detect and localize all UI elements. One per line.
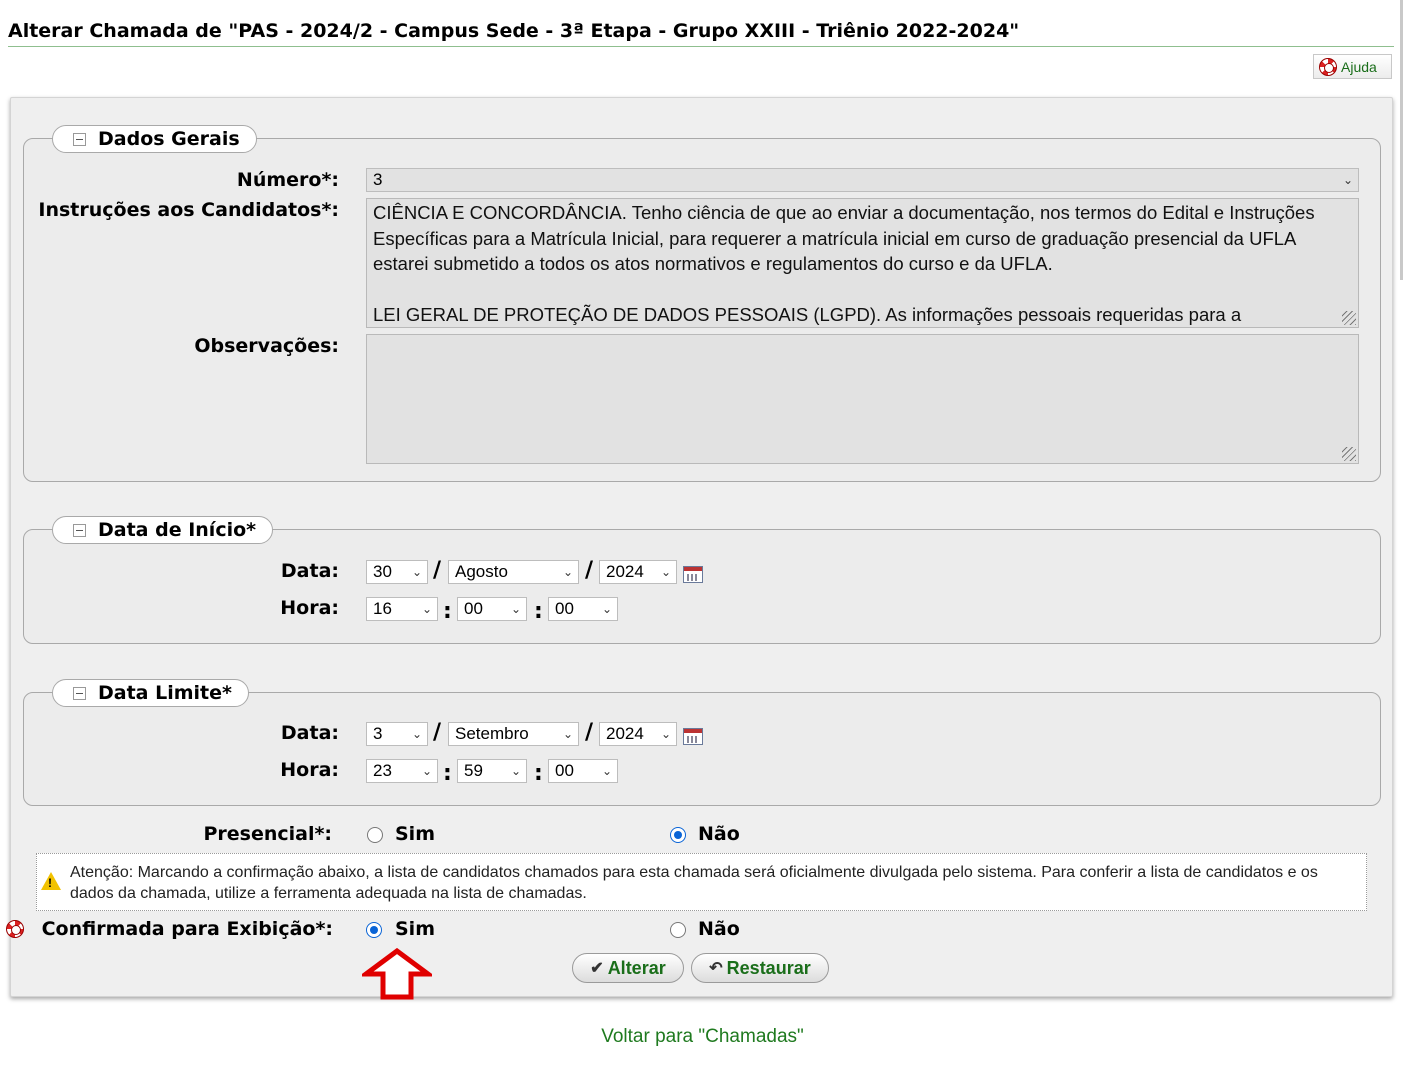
chevron-down-icon: ⌄ xyxy=(660,565,672,579)
date-separator: / xyxy=(585,720,594,745)
data-inicio-hora-select[interactable]: 16 ⌄ xyxy=(366,597,438,621)
page-title: Alterar Chamada de "PAS - 2024/2 - Campu… xyxy=(8,20,1394,47)
data-inicio-data-label: Data: xyxy=(280,560,339,582)
resize-grip-icon[interactable] xyxy=(1342,311,1356,325)
data-inicio-hora-label: Hora: xyxy=(280,597,339,619)
chevron-down-icon: ⌄ xyxy=(510,602,522,616)
instrucoes-textarea[interactable]: CIÊNCIA E CONCORDÂNCIA. Tenho ciência de… xyxy=(366,198,1359,328)
data-limite-hora-select[interactable]: 23 ⌄ xyxy=(366,759,438,783)
date-separator: / xyxy=(433,720,442,745)
data-limite-minuto-value: 59 xyxy=(464,761,483,780)
time-separator: : xyxy=(443,761,452,786)
date-separator: / xyxy=(433,558,442,583)
chevron-down-icon: ⌄ xyxy=(562,727,574,741)
presencial-sim-radio[interactable] xyxy=(367,827,383,843)
dados-gerais-legend[interactable]: Dados Gerais xyxy=(52,125,257,153)
confirmada-nao-radio[interactable] xyxy=(670,922,686,938)
data-inicio-mes-select[interactable]: Agosto ⌄ xyxy=(448,560,579,584)
chevron-down-icon: ⌄ xyxy=(411,565,423,579)
date-separator: / xyxy=(585,558,594,583)
data-limite-fieldset: Data Limite* xyxy=(23,679,1381,806)
data-inicio-dia-select[interactable]: 30 ⌄ xyxy=(366,560,428,584)
time-separator: : xyxy=(443,599,452,624)
data-inicio-dia-value: 30 xyxy=(373,562,392,581)
undo-icon: ↶ xyxy=(709,960,723,977)
data-inicio-legend[interactable]: Data de Início* xyxy=(52,516,274,544)
data-inicio-hora-value: 16 xyxy=(373,599,392,618)
chevron-down-icon: ⌄ xyxy=(411,727,423,741)
chevron-down-icon: ⌄ xyxy=(510,764,522,778)
chevron-down-icon: ⌄ xyxy=(1342,173,1354,187)
time-separator: : xyxy=(534,761,543,786)
alterar-button[interactable]: ✔ Alterar xyxy=(572,953,684,983)
warning-text: Atenção: Marcando a confirmação abaixo, … xyxy=(70,864,1318,902)
confirmada-sim-radio[interactable] xyxy=(366,922,382,938)
presencial-label: Presencial*: xyxy=(203,823,332,845)
warning-box: ! Atenção: Marcando a confirmação abaixo… xyxy=(36,853,1367,911)
check-icon: ✔ xyxy=(590,960,604,977)
help-button-label: Ajuda xyxy=(1341,58,1377,75)
data-limite-mes-select[interactable]: Setembro ⌄ xyxy=(448,722,579,746)
numero-label: Número*: xyxy=(236,169,339,191)
data-limite-hora-value: 23 xyxy=(373,761,392,780)
confirmada-label: Confirmada para Exibição*: xyxy=(41,918,333,940)
time-separator: : xyxy=(534,599,543,624)
numero-select-value: 3 xyxy=(373,170,383,189)
data-limite-ano-value: 2024 xyxy=(606,724,644,743)
data-limite-segundo-select[interactable]: 00 ⌄ xyxy=(548,759,618,783)
data-inicio-ano-select[interactable]: 2024 ⌄ xyxy=(599,560,677,584)
data-limite-minuto-select[interactable]: 59 ⌄ xyxy=(457,759,527,783)
collapse-icon[interactable] xyxy=(73,686,86,700)
data-limite-data-label: Data: xyxy=(280,722,339,744)
observacoes-textarea[interactable] xyxy=(366,334,1359,464)
alterar-button-label: Alterar xyxy=(607,957,666,978)
data-limite-dia-value: 3 xyxy=(373,724,383,743)
instrucoes-text: CIÊNCIA E CONCORDÂNCIA. Tenho ciência de… xyxy=(373,202,1315,325)
chevron-down-icon: ⌄ xyxy=(421,764,433,778)
data-limite-legend[interactable]: Data Limite* xyxy=(52,679,249,707)
data-limite-ano-select[interactable]: 2024 ⌄ xyxy=(599,722,677,746)
chevron-down-icon: ⌄ xyxy=(660,727,672,741)
presencial-nao-label[interactable]: Não xyxy=(698,823,740,845)
data-inicio-mes-value: Agosto xyxy=(455,562,508,581)
data-limite-dia-select[interactable]: 3 ⌄ xyxy=(366,722,428,746)
collapse-icon[interactable] xyxy=(73,523,86,537)
presencial-sim-label[interactable]: Sim xyxy=(395,823,435,845)
chevron-down-icon: ⌄ xyxy=(601,764,613,778)
data-limite-legend-label: Data Limite* xyxy=(98,682,232,704)
data-inicio-minuto-value: 00 xyxy=(464,599,483,618)
presencial-nao-radio[interactable] xyxy=(670,827,686,843)
data-limite-hora-label: Hora: xyxy=(280,759,339,781)
numero-select[interactable]: 3 ⌄ xyxy=(366,168,1359,192)
scrollbar-thumb[interactable] xyxy=(1400,0,1403,280)
collapse-icon[interactable] xyxy=(73,132,86,146)
dados-gerais-legend-label: Dados Gerais xyxy=(98,128,240,150)
restaurar-button[interactable]: ↶ Restaurar xyxy=(691,953,829,983)
instrucoes-label: Instruções aos Candidatos*: xyxy=(38,199,339,221)
data-inicio-segundo-select[interactable]: 00 ⌄ xyxy=(548,597,618,621)
chevron-down-icon: ⌄ xyxy=(421,602,433,616)
data-limite-mes-value: Setembro xyxy=(455,724,529,743)
data-inicio-ano-value: 2024 xyxy=(606,562,644,581)
warning-icon: ! xyxy=(41,872,61,890)
red-arrow-up-icon xyxy=(362,948,432,1000)
data-limite-segundo-value: 00 xyxy=(555,761,574,780)
data-inicio-minuto-select[interactable]: 00 ⌄ xyxy=(457,597,527,621)
resize-grip-icon[interactable] xyxy=(1342,447,1356,461)
confirmada-sim-label[interactable]: Sim xyxy=(395,918,435,940)
data-inicio-fieldset: Data de Início* xyxy=(23,516,1381,644)
data-inicio-legend-label: Data de Início* xyxy=(98,519,257,541)
calendar-icon[interactable] xyxy=(683,566,703,583)
confirmada-nao-label[interactable]: Não xyxy=(698,918,740,940)
lifebuoy-icon xyxy=(1319,57,1337,76)
help-button[interactable]: Ajuda xyxy=(1313,54,1392,79)
chevron-down-icon: ⌄ xyxy=(562,565,574,579)
calendar-icon[interactable] xyxy=(683,728,703,745)
back-to-chamadas-link[interactable]: Voltar para "Chamadas" xyxy=(0,1026,1405,1048)
restaurar-button-label: Restaurar xyxy=(726,957,811,978)
data-inicio-segundo-value: 00 xyxy=(555,599,574,618)
chevron-down-icon: ⌄ xyxy=(601,602,613,616)
lifebuoy-icon[interactable] xyxy=(6,920,24,938)
observacoes-label: Observações: xyxy=(194,335,339,357)
